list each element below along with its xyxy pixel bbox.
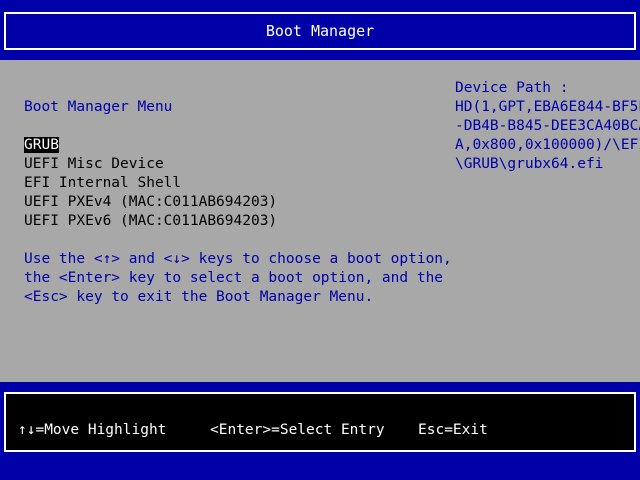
key-help-frame: ↑↓=Move Highlight <Enter>=Select Entry E… — [4, 392, 636, 452]
device-path-label: Device Path : — [455, 80, 569, 96]
key-help-bar: ↑↓=Move Highlight <Enter>=Select Entry E… — [0, 382, 640, 480]
move-highlight-hint: ↑↓=Move Highlight — [18, 422, 167, 438]
page-title: Boot Manager — [265, 21, 375, 40]
device-path-line: -DB4B-B845-DEE3CA40BCA — [455, 118, 640, 134]
boot-option-list: GRUB UEFI Misc Device EFI Internal Shell… — [24, 136, 277, 231]
device-path-panel: Device Path : HD(1,GPT,EBA6E844-BF5E -DB… — [455, 79, 640, 174]
boot-option-label: UEFI PXEv6 (MAC:C011AB694203) — [24, 213, 278, 229]
boot-option-label: UEFI Misc Device — [24, 156, 164, 172]
menu-title: Boot Manager Menu — [24, 99, 173, 115]
main-panel: Boot Manager Menu GRUB UEFI Misc Device … — [0, 60, 640, 382]
boot-option-efi-internal-shell[interactable]: EFI Internal Shell — [24, 174, 277, 193]
boot-option-label: UEFI PXEv4 (MAC:C011AB694203) — [24, 194, 278, 210]
boot-option-uefi-misc-device[interactable]: UEFI Misc Device — [24, 155, 277, 174]
boot-option-label: GRUB — [24, 137, 59, 153]
title-bar: Boot Manager — [0, 0, 640, 60]
boot-option-uefi-pxev4[interactable]: UEFI PXEv4 (MAC:C011AB694203) — [24, 193, 277, 212]
help-line: <Esc> key to exit the Boot Manager Menu. — [24, 289, 374, 305]
device-path-line: A,0x800,0x100000)/\EFI — [455, 137, 640, 153]
device-path-line: HD(1,GPT,EBA6E844-BF5E — [455, 99, 640, 115]
boot-option-uefi-pxev6[interactable]: UEFI PXEv6 (MAC:C011AB694203) — [24, 212, 277, 231]
boot-option-grub[interactable]: GRUB — [24, 136, 277, 155]
device-path-line: \GRUB\grubx64.efi — [455, 156, 604, 172]
exit-hint: Esc=Exit — [418, 422, 488, 438]
title-frame: Boot Manager — [4, 12, 636, 50]
help-line: Use the <↑> and <↓> keys to choose a boo… — [24, 251, 452, 267]
boot-option-label: EFI Internal Shell — [24, 175, 182, 191]
help-text: Use the <↑> and <↓> keys to choose a boo… — [24, 250, 452, 307]
help-line: the <Enter> key to select a boot option,… — [24, 270, 444, 286]
select-entry-hint: <Enter>=Select Entry — [210, 422, 385, 438]
